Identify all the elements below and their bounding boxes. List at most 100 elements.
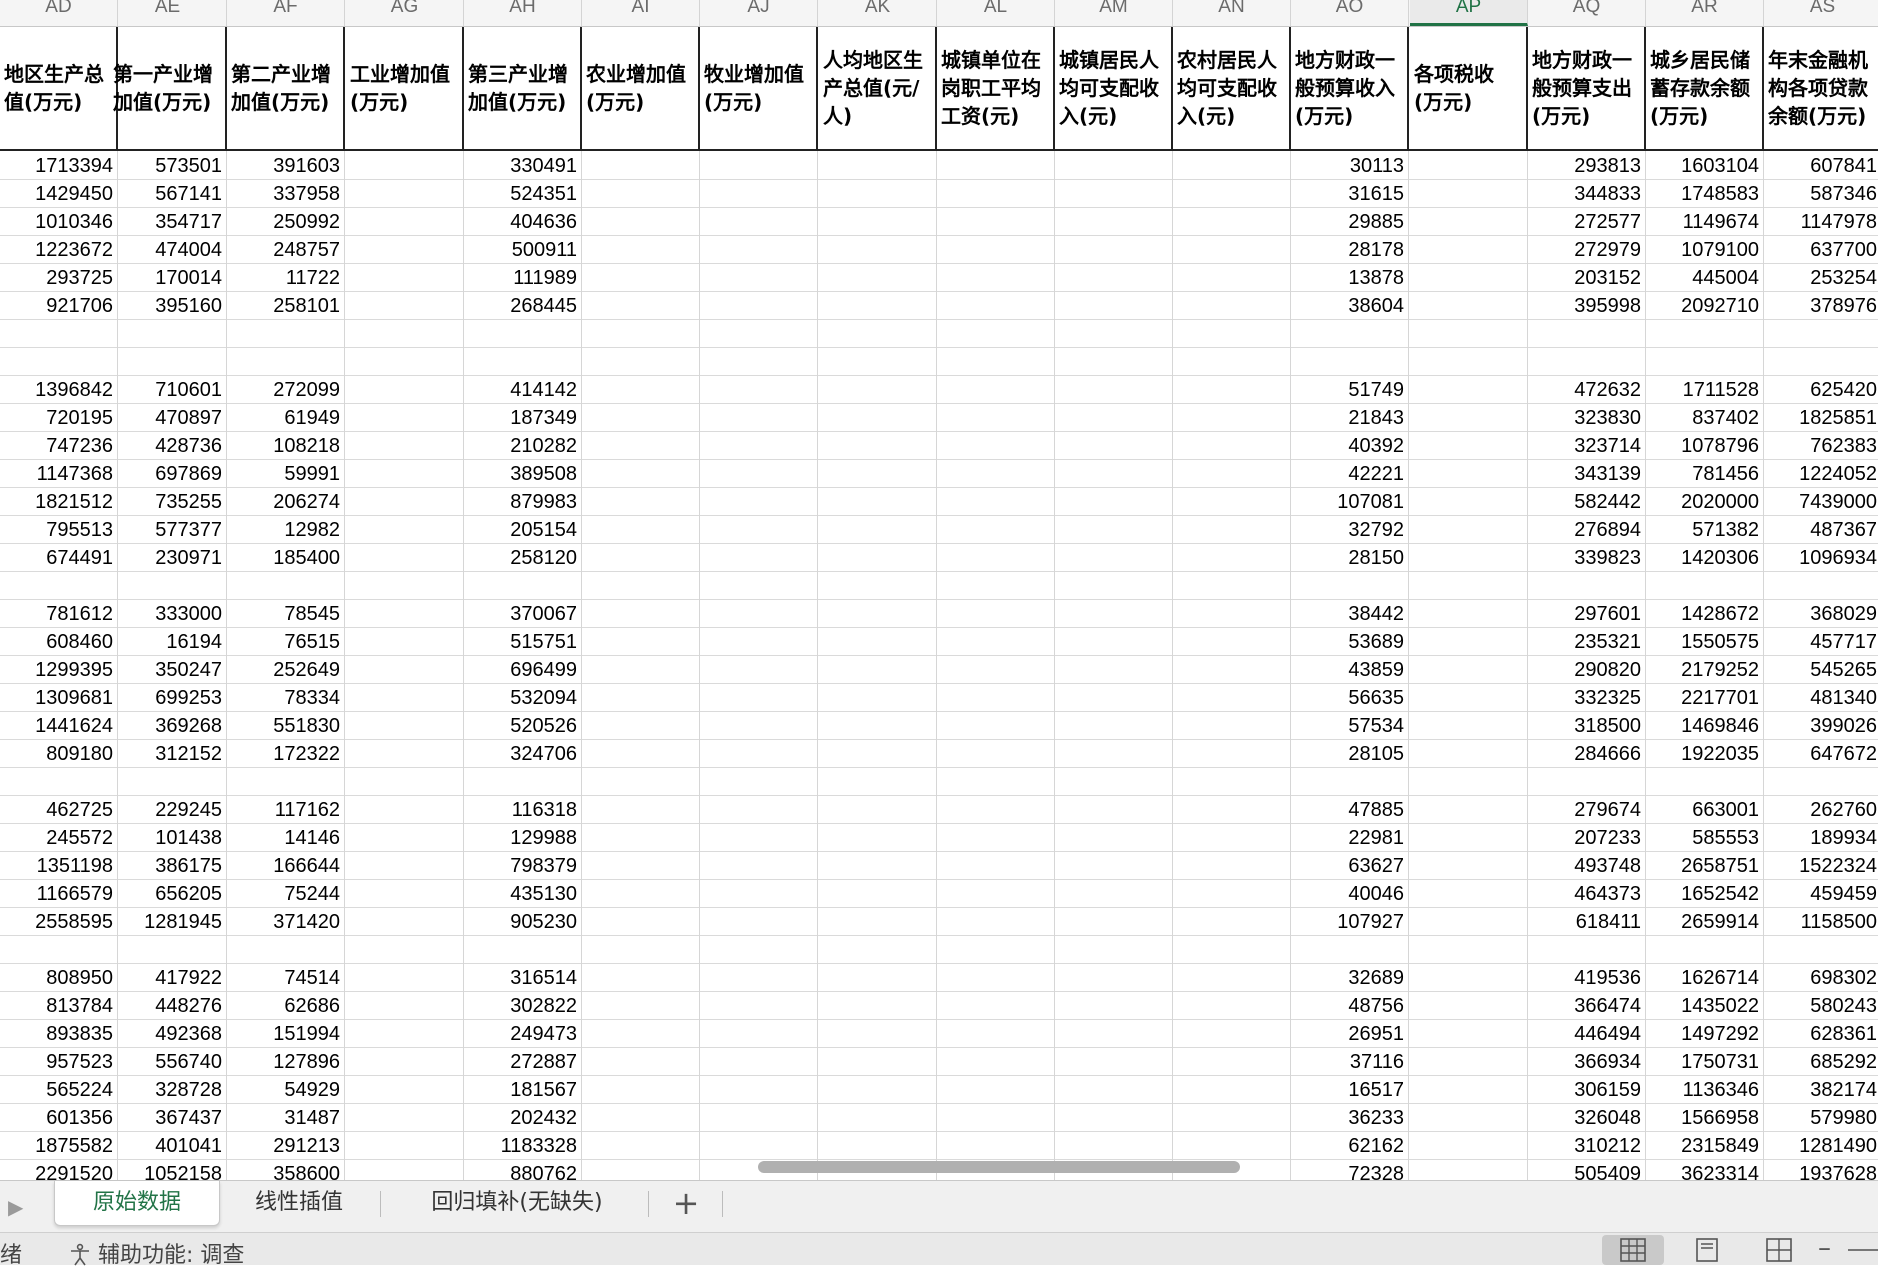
cell-al[interactable] (937, 907, 1055, 935)
cell-as[interactable]: 459459 (1764, 879, 1878, 907)
cell-am[interactable] (1055, 179, 1173, 207)
cell-ap[interactable] (1410, 851, 1528, 879)
cell-ak[interactable] (819, 459, 937, 487)
cell-ad[interactable]: 565224 (0, 1075, 118, 1103)
cell-ar[interactable]: 445004 (1646, 263, 1764, 291)
cell-ag[interactable] (346, 151, 464, 179)
cell-ao[interactable]: 42221 (1291, 459, 1409, 487)
cell-ae[interactable]: 656205 (109, 879, 227, 907)
cell-as[interactable] (1764, 767, 1878, 795)
cell-ao[interactable]: 16517 (1291, 1075, 1409, 1103)
cell-ak[interactable] (819, 739, 937, 767)
cell-as[interactable]: 637700 (1764, 235, 1878, 263)
cell-ae[interactable]: 369268 (109, 711, 227, 739)
cell-as[interactable]: 457717 (1764, 627, 1878, 655)
cell-ap[interactable] (1410, 403, 1528, 431)
cell-ah[interactable]: 268445 (464, 291, 582, 319)
cell-aj[interactable] (700, 571, 818, 599)
cell-aj[interactable] (700, 319, 818, 347)
cell-as[interactable]: 1147978 (1764, 207, 1878, 235)
cell-ae[interactable] (109, 767, 227, 795)
cell-ar[interactable]: 1748583 (1646, 179, 1764, 207)
header-cell-ad[interactable]: 地区生产总值(万元) (0, 27, 118, 149)
cell-aj[interactable] (700, 683, 818, 711)
cell-ap[interactable] (1410, 179, 1528, 207)
column-letter-ar[interactable]: AR (1646, 0, 1764, 26)
cell-aq[interactable]: 293813 (1528, 151, 1646, 179)
cell-aj[interactable] (700, 487, 818, 515)
cell-aj[interactable] (700, 767, 818, 795)
cell-ai[interactable] (582, 235, 700, 263)
cell-aq[interactable]: 493748 (1528, 851, 1646, 879)
cell-aq[interactable] (1528, 347, 1646, 375)
cell-ao[interactable]: 53689 (1291, 627, 1409, 655)
cell-an[interactable] (1173, 599, 1291, 627)
header-cell-aj[interactable]: 牧业增加值(万元) (700, 27, 818, 149)
cell-an[interactable] (1173, 403, 1291, 431)
cell-ae[interactable]: 401041 (109, 1131, 227, 1159)
cell-as[interactable]: 625420 (1764, 375, 1878, 403)
cell-ar[interactable]: 1497292 (1646, 1019, 1764, 1047)
cell-an[interactable] (1173, 655, 1291, 683)
cell-ae[interactable]: 567141 (109, 179, 227, 207)
cell-ai[interactable] (582, 431, 700, 459)
cell-ak[interactable] (819, 991, 937, 1019)
cell-ap[interactable] (1410, 1131, 1528, 1159)
cell-ao[interactable]: 30113 (1291, 151, 1409, 179)
cell-an[interactable] (1173, 991, 1291, 1019)
cell-ae[interactable] (109, 347, 227, 375)
cell-ak[interactable] (819, 879, 937, 907)
cell-ag[interactable] (346, 207, 464, 235)
cell-am[interactable] (1055, 1047, 1173, 1075)
cell-am[interactable] (1055, 991, 1173, 1019)
cell-ag[interactable] (346, 487, 464, 515)
cell-aq[interactable]: 419536 (1528, 963, 1646, 991)
cell-am[interactable] (1055, 403, 1173, 431)
cell-ae[interactable]: 395160 (109, 291, 227, 319)
cell-ai[interactable] (582, 599, 700, 627)
cell-ah[interactable]: 181567 (464, 1075, 582, 1103)
cell-ai[interactable] (582, 543, 700, 571)
cell-ar[interactable]: 1750731 (1646, 1047, 1764, 1075)
cell-al[interactable] (937, 1131, 1055, 1159)
cell-aq[interactable]: 279674 (1528, 795, 1646, 823)
cell-ai[interactable] (582, 291, 700, 319)
cell-ag[interactable] (346, 655, 464, 683)
cell-aq[interactable]: 272577 (1528, 207, 1646, 235)
cell-an[interactable] (1173, 627, 1291, 655)
cell-ai[interactable] (582, 627, 700, 655)
cell-ai[interactable] (582, 347, 700, 375)
cell-ak[interactable] (819, 515, 937, 543)
cell-ad[interactable] (0, 935, 118, 963)
cell-an[interactable] (1173, 879, 1291, 907)
cell-am[interactable] (1055, 683, 1173, 711)
cell-al[interactable] (937, 403, 1055, 431)
cell-an[interactable] (1173, 823, 1291, 851)
cell-aq[interactable]: 318500 (1528, 711, 1646, 739)
cell-ai[interactable] (582, 375, 700, 403)
cell-aj[interactable] (700, 991, 818, 1019)
cell-ao[interactable]: 57534 (1291, 711, 1409, 739)
cell-am[interactable] (1055, 627, 1173, 655)
cell-ad[interactable]: 781612 (0, 599, 118, 627)
cell-ak[interactable] (819, 711, 937, 739)
cell-af[interactable]: 371420 (227, 907, 345, 935)
cell-ap[interactable] (1410, 711, 1528, 739)
cell-ag[interactable] (346, 319, 464, 347)
cell-ai[interactable] (582, 767, 700, 795)
cell-ai[interactable] (582, 851, 700, 879)
cell-am[interactable] (1055, 263, 1173, 291)
cell-ag[interactable] (346, 851, 464, 879)
cell-ar[interactable]: 2659914 (1646, 907, 1764, 935)
cell-ag[interactable] (346, 823, 464, 851)
cell-al[interactable] (937, 291, 1055, 319)
cell-ar[interactable]: 1078796 (1646, 431, 1764, 459)
cell-ah[interactable]: 370067 (464, 599, 582, 627)
cell-aq[interactable]: 343139 (1528, 459, 1646, 487)
cell-an[interactable] (1173, 1019, 1291, 1047)
cell-aj[interactable] (700, 375, 818, 403)
cell-af[interactable]: 74514 (227, 963, 345, 991)
cell-ai[interactable] (582, 207, 700, 235)
cell-ar[interactable]: 781456 (1646, 459, 1764, 487)
cell-aj[interactable] (700, 207, 818, 235)
